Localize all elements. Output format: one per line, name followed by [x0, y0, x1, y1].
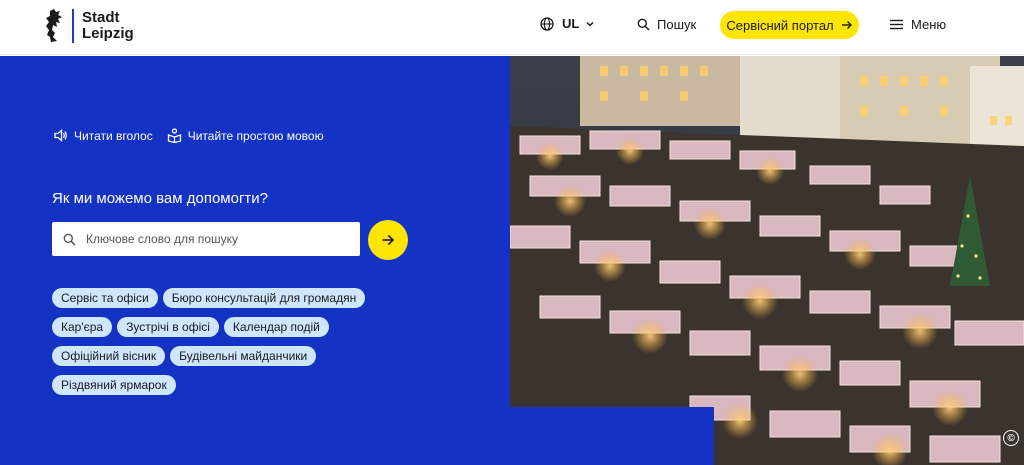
chip-service-offices[interactable]: Сервіс та офіси	[52, 288, 158, 308]
help-heading: Як ми можемо вам допомогти?	[52, 190, 269, 207]
search-submit-button[interactable]	[368, 220, 408, 260]
simple-language-link[interactable]: Читайте простою мовою	[167, 128, 324, 143]
logo-divider	[72, 9, 74, 43]
chip-event-calendar[interactable]: Календар подій	[223, 317, 329, 337]
read-aloud-link[interactable]: Читати вголос	[54, 129, 153, 143]
chip-citizen-bureau[interactable]: Бюро консультацій для громадян	[162, 288, 366, 308]
search-icon	[637, 18, 650, 31]
speaker-icon	[54, 129, 67, 142]
chip-office-appointments[interactable]: Зустрічі в офісі	[117, 317, 219, 337]
lion-icon	[46, 9, 62, 42]
christmas-market-photo	[510, 56, 1024, 465]
header-search-link[interactable]: Пошук	[637, 17, 696, 32]
accessibility-links: Читати вголос Читайте простою мовою	[54, 128, 324, 143]
service-portal-label: Сервісний портал	[726, 17, 834, 33]
search-icon	[63, 233, 76, 246]
keyword-search-input[interactable]	[86, 232, 346, 246]
chip-construction-sites[interactable]: Будівельні майданчики	[170, 346, 317, 366]
logo-wordmark: Stadt Leipzig	[82, 9, 134, 42]
search-label: Пошук	[657, 17, 697, 32]
chevron-down-icon	[586, 21, 594, 27]
language-code: UL	[562, 16, 580, 31]
language-selector[interactable]: UL	[540, 16, 595, 31]
stadt-leipzig-logo[interactable]: Stadt Leipzig	[44, 8, 134, 44]
hero-corner-block	[510, 407, 714, 465]
copyright-badge[interactable]: ©	[1003, 430, 1019, 446]
simple-language-label: Читайте простою мовою	[187, 128, 324, 143]
globe-icon	[540, 16, 554, 31]
chip-career[interactable]: Кар'єра	[52, 317, 113, 337]
menu-label: Меню	[911, 17, 947, 32]
chip-christmas-market[interactable]: Різдвяний ярмарок	[52, 375, 176, 395]
menu-button[interactable]: Меню	[890, 17, 946, 32]
read-aloud-label: Читати вголос	[74, 128, 153, 143]
book-person-icon	[167, 128, 181, 143]
chip-official-gazette[interactable]: Офіційний вісник	[52, 346, 166, 366]
arrow-right-icon	[382, 234, 395, 246]
arrow-right-icon	[841, 21, 852, 29]
site-header: Stadt Leipzig UL Пошук Сервісний портал	[0, 0, 1024, 55]
hero-search-box[interactable]	[52, 222, 360, 256]
service-portal-button[interactable]: Сервісний портал	[720, 11, 859, 39]
hamburger-icon	[890, 19, 903, 30]
quick-links: Сервіс та офіси Бюро консультацій для гр…	[52, 288, 372, 395]
